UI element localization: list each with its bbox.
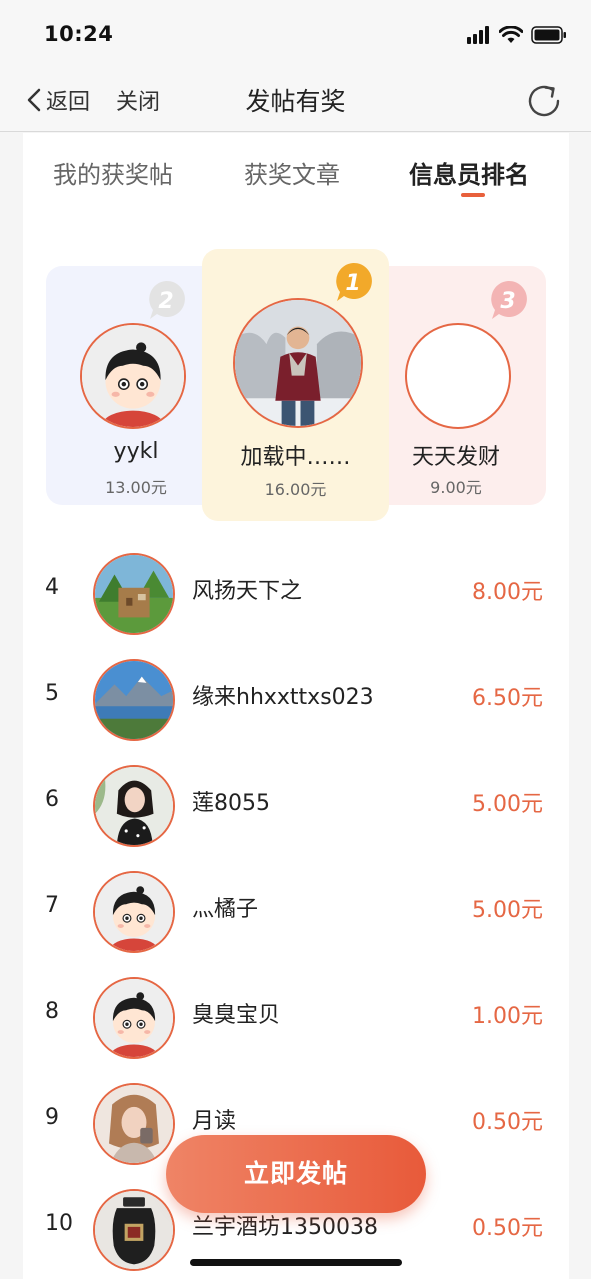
podium-second-avatar[interactable]: [80, 323, 186, 429]
list-amount: 8.00元: [472, 580, 543, 605]
default-avatar-icon: [82, 325, 184, 427]
rank-3-badge-icon: 3: [491, 280, 527, 319]
list-avatar[interactable]: [93, 765, 175, 847]
wine-jar-avatar-icon: [95, 1191, 173, 1269]
list-rank: 10: [45, 1211, 73, 1236]
man-in-snow-photo-icon: [235, 300, 361, 426]
list-item[interactable]: 6 莲8055 5.00元: [23, 751, 569, 857]
list-item[interactable]: 8 臭臭宝贝 1.00元: [23, 963, 569, 1069]
list-amount: 5.00元: [472, 898, 543, 923]
rank-2-badge-icon: 2: [149, 280, 185, 319]
list-item[interactable]: 7 灬橘子 5.00元: [23, 857, 569, 963]
svg-text:2: 2: [158, 289, 173, 314]
chevron-left-icon: [27, 88, 41, 112]
wifi-icon: [499, 26, 523, 43]
list-avatar[interactable]: [93, 1189, 175, 1271]
list-name: 缘来hhxxttxs023: [192, 685, 374, 710]
list-name: 灬橘子: [192, 897, 259, 922]
signal-icon: [467, 26, 489, 44]
list-amount: 5.00元: [472, 792, 543, 817]
list-name: 莲8055: [192, 791, 270, 816]
list-rank: 4: [45, 575, 59, 600]
list-amount: 6.50元: [472, 686, 543, 711]
default-avatar-icon: [95, 873, 173, 951]
list-name: 月读: [192, 1109, 237, 1134]
podium-second-amount: 13.00元: [105, 478, 167, 497]
tab-bar: 我的获奖帖 获奖文章 信息员排名: [23, 155, 569, 205]
list-item[interactable]: 4 风扬天下之 8.00元: [23, 539, 569, 645]
refresh-icon[interactable]: [523, 80, 565, 122]
list-avatar[interactable]: [93, 1083, 175, 1165]
list-rank: 8: [45, 999, 59, 1024]
list-amount: 0.50元: [472, 1216, 543, 1241]
podium-first-name: 加载中……: [240, 445, 351, 470]
status-icons: [467, 24, 567, 46]
home-indicator: [190, 1259, 402, 1266]
content-panel: 我的获奖帖 获奖文章 信息员排名 2 yykl 13.00元 1 加载中…… 1…: [23, 133, 569, 1279]
woman-photo-avatar-icon: [95, 767, 173, 845]
mountain-lake-avatar-icon: [95, 661, 173, 739]
podium-third-name: 天天发财: [411, 445, 500, 470]
battery-icon: [531, 26, 566, 44]
podium-third-amount: 9.00元: [430, 478, 482, 497]
list-rank: 5: [45, 681, 59, 706]
tab-awarded-articles[interactable]: 获奖文章: [244, 155, 340, 190]
podium-first-avatar[interactable]: [233, 298, 363, 428]
status-bar: 10:24: [0, 0, 591, 68]
post-now-button[interactable]: 立即发帖: [166, 1135, 426, 1213]
list-avatar[interactable]: [93, 871, 175, 953]
list-rank: 7: [45, 893, 59, 918]
podium-first-amount: 16.00元: [264, 480, 327, 499]
podium-third-avatar[interactable]: [405, 323, 511, 429]
active-tab-indicator: [461, 193, 485, 197]
list-avatar[interactable]: [93, 977, 175, 1059]
woman-selfie-avatar-icon: [95, 1085, 173, 1163]
list-amount: 0.50元: [472, 1110, 543, 1135]
default-avatar-icon: [95, 979, 173, 1057]
nav-bar: 返回 关闭 发帖有奖: [0, 68, 591, 132]
svg-text:1: 1: [345, 271, 360, 296]
list-rank: 9: [45, 1105, 59, 1130]
tab-informant-ranking[interactable]: 信息员排名: [409, 155, 529, 190]
list-avatar[interactable]: [93, 659, 175, 741]
list-name: 兰宇酒坊1350038: [192, 1215, 378, 1240]
list-amount: 1.00元: [472, 1004, 543, 1029]
back-button[interactable]: 返回: [26, 84, 90, 116]
tab-my-awarded-posts[interactable]: 我的获奖帖: [53, 155, 173, 190]
list-avatar[interactable]: [93, 553, 175, 635]
list-name: 风扬天下之: [192, 579, 303, 604]
close-button[interactable]: 关闭: [116, 84, 160, 116]
list-item[interactable]: 5 缘来hhxxttxs023 6.50元: [23, 645, 569, 751]
list-name: 臭臭宝贝: [192, 1003, 281, 1028]
game-scene-avatar-icon: [95, 555, 173, 633]
rank-1-badge-icon: 1: [336, 262, 372, 301]
status-time: 10:24: [44, 22, 114, 46]
back-label: 返回: [46, 90, 91, 115]
svg-text:3: 3: [500, 289, 515, 314]
list-rank: 6: [45, 787, 59, 812]
podium-second-name: yykl: [113, 439, 159, 464]
